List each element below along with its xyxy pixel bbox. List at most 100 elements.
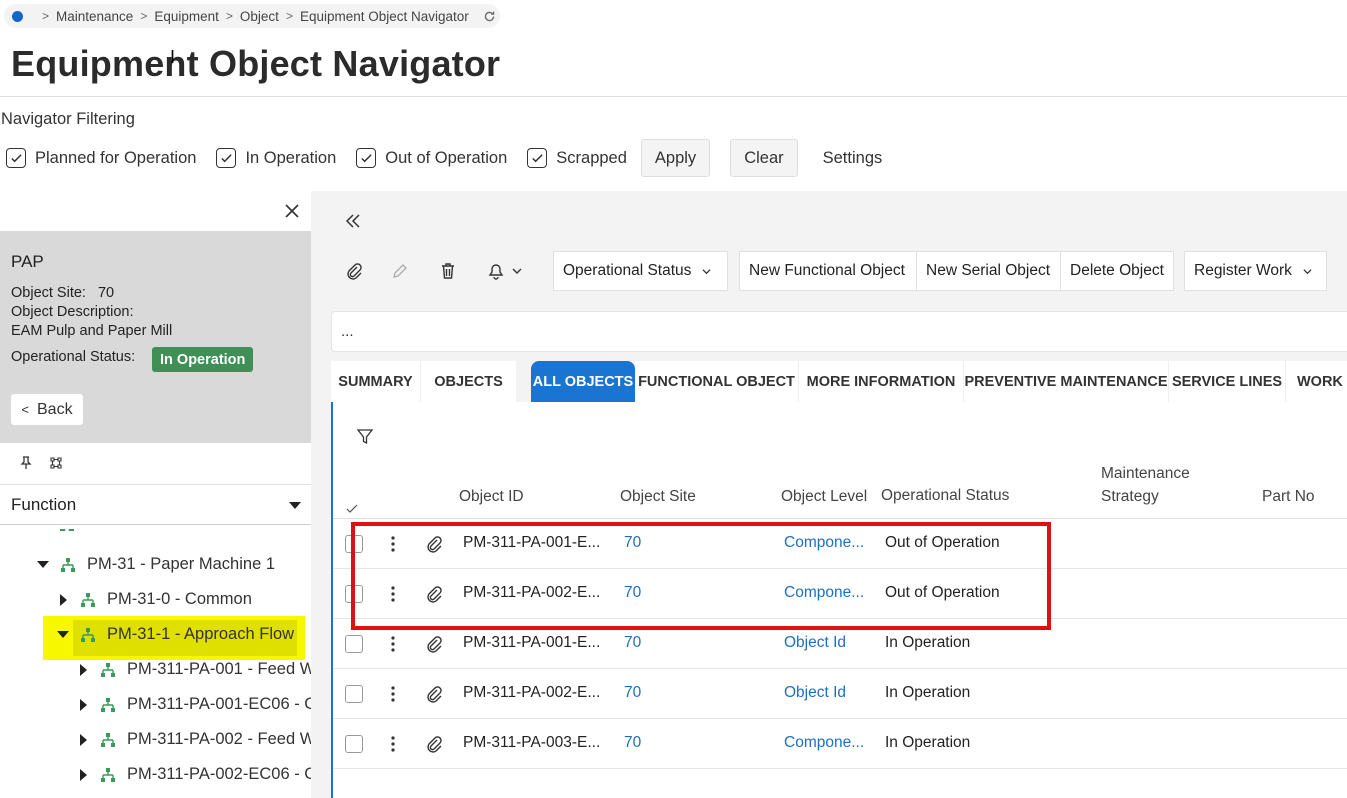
row-checkbox[interactable] bbox=[345, 735, 363, 753]
table-row[interactable]: PM-311-PA-003-E... 70 Compone... In Oper… bbox=[333, 719, 1347, 769]
refresh-icon[interactable] bbox=[483, 10, 496, 23]
column-header-object-id[interactable]: Object ID bbox=[459, 488, 524, 506]
dropdown-label: Register Work bbox=[1194, 262, 1292, 279]
filter-in-operation[interactable]: In Operation bbox=[216, 148, 336, 168]
tab-preventive-maintenance[interactable]: PREVENTIVE MAINTENANCE bbox=[963, 361, 1168, 402]
back-label: Back bbox=[37, 400, 73, 418]
tree-node-pm-311-pa-001[interactable]: PM-311-PA-001 - Feed Wa bbox=[80, 652, 311, 687]
tab-summary[interactable]: SUMMARY bbox=[331, 361, 420, 402]
tab-more-information[interactable]: MORE INFORMATION bbox=[798, 361, 963, 402]
navigator-filters: Planned for Operation In Operation Out o… bbox=[6, 139, 882, 177]
row-checkbox[interactable] bbox=[345, 635, 363, 653]
pin-icon[interactable] bbox=[19, 456, 33, 470]
filter-icon[interactable] bbox=[356, 428, 374, 446]
hierarchy-icon bbox=[100, 767, 116, 783]
collapse-arrow-icon[interactable] bbox=[80, 663, 87, 676]
search-input[interactable]: ... bbox=[331, 311, 1347, 352]
expand-arrow-icon[interactable] bbox=[57, 631, 69, 638]
tree-node-pm-311-pa-001-ec06[interactable]: PM-311-PA-001-EC06 - Cir bbox=[80, 687, 311, 722]
edit-icon[interactable] bbox=[391, 262, 409, 280]
breadcrumb-item-object[interactable]: Object bbox=[240, 9, 279, 24]
settings-button[interactable]: Settings bbox=[823, 149, 883, 168]
object-site-value: 70 bbox=[97, 285, 115, 301]
new-functional-object-button[interactable]: New Functional Object bbox=[739, 251, 917, 291]
function-select[interactable]: Function bbox=[0, 485, 311, 525]
function-select-value: Function bbox=[11, 494, 77, 514]
collapse-arrow-icon[interactable] bbox=[80, 768, 87, 781]
tab-objects[interactable]: OBJECTS bbox=[420, 361, 516, 402]
filter-out-of-operation[interactable]: Out of Operation bbox=[356, 148, 507, 168]
breadcrumb-item-equipment[interactable]: Equipment bbox=[154, 9, 219, 24]
tab-service-lines[interactable]: SERVICE LINES bbox=[1168, 361, 1285, 402]
filter-scrapped[interactable]: Scrapped bbox=[527, 148, 627, 168]
tree-node-pm-311-pa-002-ec06[interactable]: PM-311-PA-002-EC06 - Cir bbox=[80, 757, 311, 792]
cell-object-id[interactable]: PM-311-PA-003-E... bbox=[463, 734, 600, 752]
operational-status-dropdown[interactable]: Operational Status bbox=[553, 251, 728, 291]
navigator-tools bbox=[0, 443, 311, 485]
filter-label: Planned for Operation bbox=[35, 148, 197, 167]
cell-object-site[interactable]: 70 bbox=[624, 734, 641, 752]
apply-button[interactable]: Apply bbox=[640, 139, 711, 177]
select-all-check-icon[interactable] bbox=[346, 504, 358, 514]
filter-label: In Operation bbox=[245, 148, 337, 167]
checkbox-checked-icon[interactable] bbox=[216, 148, 237, 168]
back-button[interactable]: < Back bbox=[11, 394, 83, 425]
notification-bell-icon[interactable] bbox=[486, 262, 526, 280]
kebab-menu-icon[interactable] bbox=[391, 636, 395, 652]
close-icon[interactable] bbox=[283, 202, 301, 220]
cell-object-site[interactable]: 70 bbox=[624, 634, 641, 652]
column-header-operational-status[interactable]: Operational Status bbox=[881, 487, 1009, 505]
new-serial-object-button[interactable]: New Serial Object bbox=[916, 251, 1061, 291]
tree-node-pm-31-1[interactable]: PM-31-1 - Approach Flow bbox=[57, 617, 294, 652]
cell-object-id[interactable]: PM-311-PA-002-E... bbox=[463, 684, 600, 702]
cell-object-level[interactable]: Compone... bbox=[784, 734, 864, 752]
attachment-icon[interactable] bbox=[425, 635, 443, 653]
breadcrumb-item-maintenance[interactable]: Maintenance bbox=[56, 9, 133, 24]
kebab-menu-icon[interactable] bbox=[391, 686, 395, 702]
hierarchy-icon bbox=[100, 697, 116, 713]
checkbox-checked-icon[interactable] bbox=[6, 148, 26, 168]
hierarchy-icon bbox=[100, 662, 116, 678]
row-checkbox[interactable] bbox=[345, 685, 363, 703]
cell-object-id[interactable]: PM-311-PA-001-E... bbox=[463, 634, 600, 652]
double-chevron-left-icon[interactable] bbox=[345, 213, 361, 229]
tab-all-objects[interactable]: ALL OBJECTS bbox=[531, 361, 635, 402]
cell-operational-status: In Operation bbox=[885, 684, 971, 701]
checkbox-checked-icon[interactable] bbox=[527, 148, 548, 168]
cell-object-level[interactable]: Object Id bbox=[784, 634, 846, 652]
delete-icon[interactable] bbox=[439, 262, 457, 280]
tree-node-pm-311-pa-002[interactable]: PM-311-PA-002 - Feed Wa bbox=[80, 722, 311, 757]
table-row[interactable]: PM-311-PA-002-E... 70 Object Id In Opera… bbox=[333, 669, 1347, 719]
attachment-icon[interactable] bbox=[345, 262, 363, 280]
object-description-label: Object Description: bbox=[11, 304, 134, 320]
tree-node-pm-31[interactable]: PM-31 - Paper Machine 1 bbox=[37, 547, 275, 582]
column-header-object-site[interactable]: Object Site bbox=[620, 488, 696, 506]
attachment-icon[interactable] bbox=[425, 685, 443, 703]
home-icon[interactable] bbox=[12, 10, 23, 22]
column-header-strategy[interactable]: Strategy bbox=[1101, 488, 1159, 506]
tree-node-pm-31-0[interactable]: PM-31-0 - Common bbox=[60, 582, 252, 617]
kebab-menu-icon[interactable] bbox=[391, 736, 395, 752]
cell-object-level[interactable]: Object Id bbox=[784, 684, 846, 702]
column-header-object-level[interactable]: Object Level bbox=[781, 488, 867, 506]
delete-object-button[interactable]: Delete Object bbox=[1060, 251, 1174, 291]
column-header-part-no[interactable]: Part No bbox=[1262, 488, 1315, 506]
register-work-dropdown[interactable]: Register Work bbox=[1184, 251, 1327, 291]
cell-object-site[interactable]: 70 bbox=[624, 684, 641, 702]
clear-button[interactable]: Clear bbox=[730, 139, 798, 177]
hierarchy-grid-icon[interactable] bbox=[49, 456, 63, 470]
filter-planned-for-operation[interactable]: Planned for Operation bbox=[6, 148, 196, 168]
tab-functional-object[interactable]: FUNCTIONAL OBJECT bbox=[635, 361, 798, 402]
expand-arrow-icon[interactable] bbox=[37, 561, 49, 568]
breadcrumb-item-current: Equipment Object Navigator bbox=[299, 8, 469, 24]
checkbox-checked-icon[interactable] bbox=[356, 148, 377, 168]
collapse-arrow-icon[interactable] bbox=[80, 698, 87, 711]
text-cursor-icon: I bbox=[170, 47, 176, 67]
attachment-icon[interactable] bbox=[425, 735, 443, 753]
column-header-maintenance[interactable]: Maintenance bbox=[1101, 465, 1190, 483]
collapse-arrow-icon[interactable] bbox=[60, 593, 67, 606]
tab-bar: SUMMARY OBJECTS ALL OBJECTS FUNCTIONAL O… bbox=[331, 361, 1347, 402]
collapse-arrow-icon[interactable] bbox=[80, 733, 87, 746]
tab-work[interactable]: WORK T bbox=[1285, 361, 1347, 402]
object-name: PAP bbox=[11, 252, 44, 271]
